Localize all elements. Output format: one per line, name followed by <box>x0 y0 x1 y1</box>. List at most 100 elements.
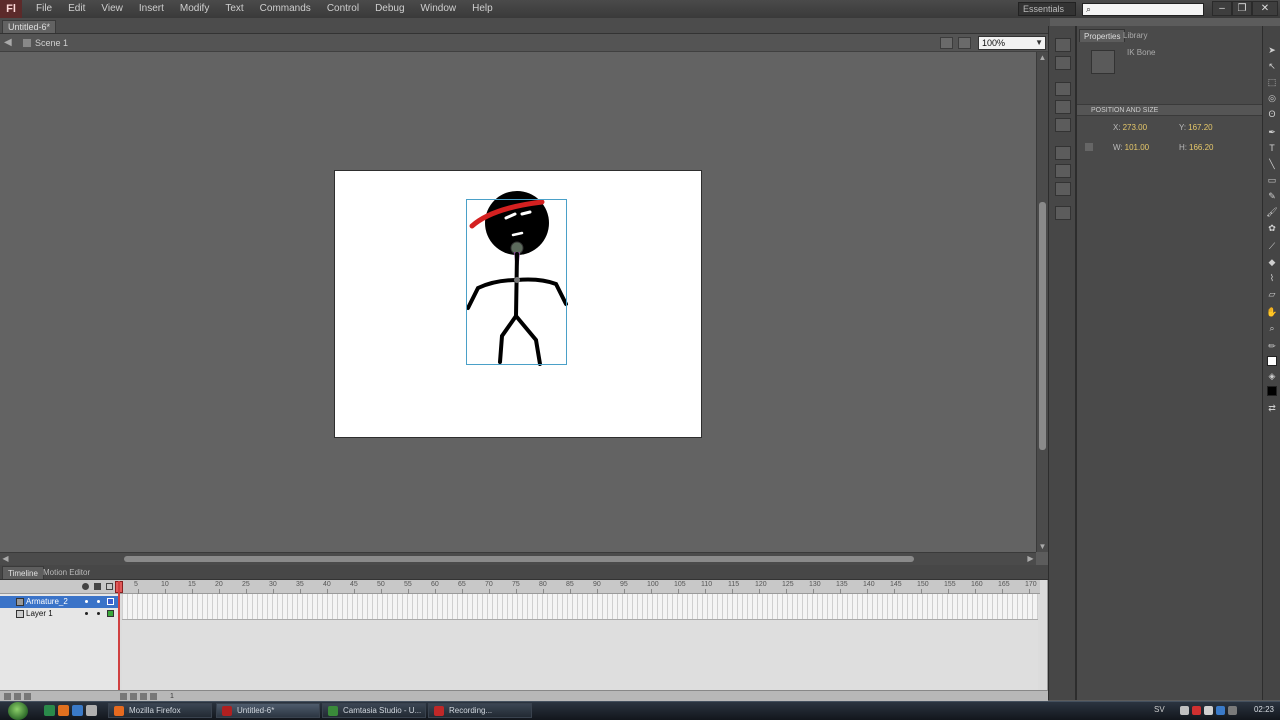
lock-dot[interactable] <box>97 600 100 603</box>
eye-icon[interactable] <box>82 583 89 590</box>
x-field[interactable]: X: 273.00 <box>1113 123 1147 132</box>
code-snippets-icon[interactable] <box>1055 146 1071 160</box>
menu-edit[interactable]: Edit <box>60 0 93 18</box>
eraser-tool-icon[interactable]: ▱ <box>1266 288 1278 300</box>
new-layer-icon[interactable] <box>4 693 11 700</box>
network-icon[interactable] <box>1180 706 1189 715</box>
layer-outline-swatch[interactable] <box>107 598 114 605</box>
onion-outline-icon[interactable] <box>140 693 147 700</box>
workspace-switcher[interactable]: Essentials <box>1018 2 1076 16</box>
menu-text[interactable]: Text <box>217 0 251 18</box>
stroke-color-swatch[interactable] <box>1267 356 1277 366</box>
tab-library[interactable]: Library <box>1119 29 1151 42</box>
task-firefox[interactable]: Mozilla Firefox <box>108 703 212 718</box>
layer-name[interactable]: Layer 1 <box>26 609 53 618</box>
position-size-section[interactable]: POSITION AND SIZE <box>1077 104 1263 116</box>
center-frame-icon[interactable] <box>120 693 127 700</box>
onion-skin-icon[interactable] <box>130 693 137 700</box>
selection-tool-icon[interactable]: ➤ <box>1266 44 1278 56</box>
stroke-color-icon[interactable]: ✏ <box>1266 340 1278 352</box>
scene-breadcrumb[interactable]: Scene 1 <box>22 36 68 50</box>
firefox-quick-launch-icon[interactable] <box>58 705 69 716</box>
swap-colors-icon[interactable]: ⇄ <box>1266 402 1278 414</box>
horizontal-scroll-thumb[interactable] <box>124 556 914 562</box>
lock-icon[interactable] <box>94 583 101 590</box>
y-value[interactable]: 167.20 <box>1188 123 1212 132</box>
visibility-dot[interactable] <box>85 612 88 615</box>
explorer-quick-launch-icon[interactable] <box>86 705 97 716</box>
h-value[interactable]: 166.20 <box>1189 143 1213 152</box>
camtasia-tray-icon[interactable] <box>1192 706 1201 715</box>
task-recording[interactable]: Recording... <box>428 703 532 718</box>
lock-dot[interactable] <box>97 612 100 615</box>
visibility-dot[interactable] <box>85 600 88 603</box>
menu-debug[interactable]: Debug <box>367 0 412 18</box>
outline-icon[interactable] <box>106 583 113 590</box>
pencil-tool-icon[interactable]: ✎ <box>1266 190 1278 202</box>
w-field[interactable]: W: 101.00 <box>1113 143 1149 152</box>
lasso-tool-icon[interactable]: ʘ <box>1266 108 1278 120</box>
playhead[interactable] <box>118 581 120 693</box>
lock-ratio-icon[interactable] <box>1085 143 1093 151</box>
deco-tool-icon[interactable]: ✿ <box>1266 222 1278 234</box>
color-panel-icon[interactable] <box>1055 38 1071 52</box>
show-desktop-icon[interactable] <box>44 705 55 716</box>
menu-control[interactable]: Control <box>319 0 367 18</box>
close-icon[interactable]: ✕ <box>1252 1 1278 16</box>
task-camtasia[interactable]: Camtasia Studio - U... <box>322 703 426 718</box>
delete-layer-icon[interactable] <box>24 693 31 700</box>
paint-bucket-tool-icon[interactable]: ◆ <box>1266 256 1278 268</box>
y-field[interactable]: Y: 167.20 <box>1179 123 1213 132</box>
layer-row[interactable]: Armature_2 <box>0 596 120 608</box>
layer-name[interactable]: Armature_2 <box>26 597 68 606</box>
edit-scene-icon[interactable] <box>940 37 953 49</box>
scroll-down-icon[interactable]: ▼ <box>1037 541 1048 552</box>
layer-outline-swatch[interactable] <box>107 610 114 617</box>
new-folder-icon[interactable] <box>14 693 21 700</box>
history-panel-icon[interactable] <box>1055 206 1071 220</box>
align-panel-icon[interactable] <box>1055 82 1071 96</box>
menu-file[interactable]: File <box>28 0 60 18</box>
start-button-icon[interactable] <box>8 702 28 720</box>
x-value[interactable]: 273.00 <box>1123 123 1147 132</box>
frame-ruler[interactable]: 5 10 15 20 25 30 35 40 45 50 55 60 65 70 75 80 85 90 95 100… <box>122 580 1038 594</box>
menu-commands[interactable]: Commands <box>252 0 319 18</box>
document-tab[interactable]: Untitled-6* <box>2 20 57 33</box>
pen-tool-icon[interactable]: ✒ <box>1266 126 1278 138</box>
scroll-right-icon[interactable]: ▶ <box>1025 553 1036 565</box>
language-indicator[interactable]: SV <box>1154 705 1165 714</box>
h-field[interactable]: H: 166.20 <box>1179 143 1213 152</box>
vertical-scroll-thumb[interactable] <box>1039 202 1046 450</box>
minimize-icon[interactable]: – <box>1212 1 1232 16</box>
volume-icon[interactable] <box>1204 706 1213 715</box>
transform-panel-icon[interactable] <box>1055 118 1071 132</box>
layer-row[interactable]: Layer 1 <box>0 608 120 620</box>
components-icon[interactable] <box>1055 164 1071 178</box>
bone-tool-icon[interactable]: ⟋ <box>1266 240 1278 252</box>
flash-logo-icon[interactable]: Fl <box>0 0 22 18</box>
horizontal-scrollbar[interactable]: ◀ ▶ <box>0 552 1036 565</box>
scroll-up-icon[interactable]: ▲ <box>1037 52 1048 63</box>
back-arrow-icon[interactable]: ◀ <box>4 37 16 49</box>
motion-presets-icon[interactable] <box>1055 182 1071 196</box>
subselection-tool-icon[interactable]: ↖ <box>1266 60 1278 72</box>
rectangle-tool-icon[interactable]: ▭ <box>1266 174 1278 186</box>
ie-quick-launch-icon[interactable] <box>72 705 83 716</box>
help-search-input[interactable]: ⌕ <box>1082 3 1204 16</box>
fill-color-swatch[interactable] <box>1267 386 1277 396</box>
edit-symbols-icon[interactable] <box>958 37 971 49</box>
free-transform-tool-icon[interactable]: ⬚ <box>1266 76 1278 88</box>
menu-modify[interactable]: Modify <box>172 0 217 18</box>
menu-window[interactable]: Window <box>413 0 465 18</box>
tray-icon[interactable] <box>1228 706 1237 715</box>
hand-tool-icon[interactable]: ✋ <box>1266 306 1278 318</box>
swatches-panel-icon[interactable] <box>1055 56 1071 70</box>
restore-icon[interactable]: ❐ <box>1232 1 1252 16</box>
frame-grid[interactable] <box>122 594 1038 620</box>
eyedropper-tool-icon[interactable]: ⌇ <box>1266 272 1278 284</box>
tray-icon[interactable] <box>1216 706 1225 715</box>
3d-rotation-tool-icon[interactable]: ◎ <box>1266 92 1278 104</box>
task-flash[interactable]: Untitled-6* <box>216 703 320 718</box>
w-value[interactable]: 101.00 <box>1125 143 1149 152</box>
vertical-scrollbar[interactable]: ▲ ▼ <box>1036 52 1048 552</box>
